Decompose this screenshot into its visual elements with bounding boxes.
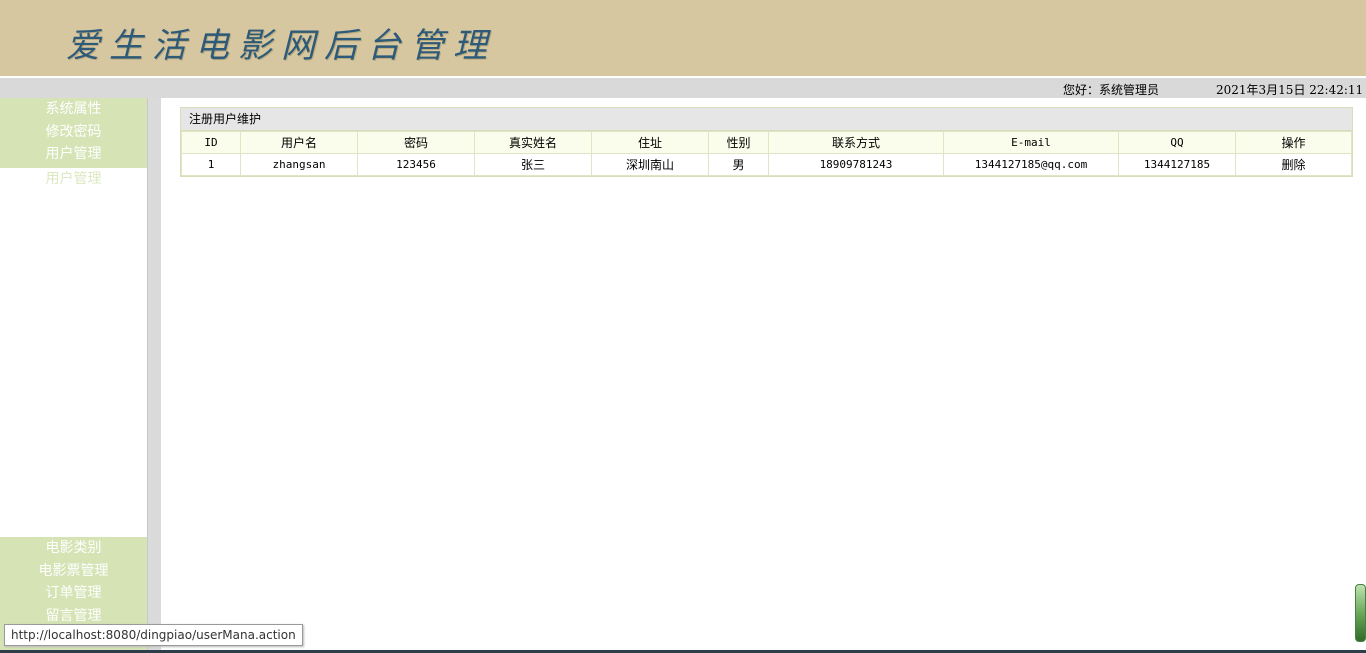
column-header-qq: QQ	[1118, 131, 1236, 154]
sidebar-item-order-management[interactable]: 订单管理	[0, 582, 147, 605]
cell-password: 123456	[357, 153, 475, 176]
table-header-row: ID 用户名 密码 真实姓名 住址 性别 联系方式 E-mail QQ 操作	[181, 131, 1352, 154]
column-header-password: 密码	[357, 131, 475, 154]
current-datetime: 2021年3月15日 22:42:11	[1216, 83, 1364, 97]
sidebar-menu-top: 系统属性 修改密码 用户管理	[0, 98, 147, 168]
frame-splitter[interactable]	[147, 98, 161, 653]
cell-gender: 男	[708, 153, 769, 176]
cell-email: 1344127185@qq.com	[943, 153, 1119, 176]
column-header-address: 住址	[591, 131, 709, 154]
column-header-username: 用户名	[240, 131, 358, 154]
cell-id: 1	[181, 153, 241, 176]
users-table: ID 用户名 密码 真实姓名 住址 性别 联系方式 E-mail QQ 操作 1…	[181, 131, 1352, 176]
submenu-item-user-management[interactable]: 用户管理	[0, 168, 147, 190]
cell-action: 删除	[1235, 153, 1352, 176]
column-header-gender: 性别	[708, 131, 769, 154]
column-header-phone: 联系方式	[768, 131, 944, 154]
panel-title: 注册用户维护	[181, 108, 1352, 131]
column-header-realname: 真实姓名	[474, 131, 592, 154]
site-title: 爱生活电影网后台管理	[66, 26, 496, 66]
sidebar-item-movie-category[interactable]: 电影类别	[0, 537, 147, 560]
cell-qq: 1344127185	[1118, 153, 1236, 176]
scrollbar-thumb[interactable]	[1355, 584, 1366, 642]
column-header-action: 操作	[1235, 131, 1352, 154]
user-table-panel: 注册用户维护 ID 用户名 密码 真实姓名 住址 性别 联系方式 E-mail …	[180, 107, 1353, 177]
link-url-tooltip: http://localhost:8080/dingpiao/userMana.…	[4, 624, 303, 646]
sidebar-item-user-management[interactable]: 用户管理	[0, 143, 147, 166]
cell-realname: 张三	[474, 153, 592, 176]
sidebar-item-ticket-management[interactable]: 电影票管理	[0, 560, 147, 583]
cell-address: 深圳南山	[591, 153, 709, 176]
column-header-email: E-mail	[943, 131, 1119, 154]
cell-username: zhangsan	[240, 153, 358, 176]
user-status-bar: 您好：系统管理员 2021年3月15日 22:42:11	[0, 78, 1366, 98]
sidebar-item-system-settings[interactable]: 系统属性	[0, 98, 147, 121]
column-header-id: ID	[181, 131, 241, 154]
sidebar-item-change-password[interactable]: 修改密码	[0, 121, 147, 144]
header-banner: 爱生活电影网后台管理	[0, 0, 1366, 76]
table-row: 1 zhangsan 123456 张三 深圳南山 男 18909781243 …	[181, 153, 1352, 176]
delete-user-link[interactable]: 删除	[1281, 158, 1305, 172]
greeting-text: 您好：系统管理员	[1063, 83, 1160, 97]
cell-phone: 18909781243	[768, 153, 944, 176]
